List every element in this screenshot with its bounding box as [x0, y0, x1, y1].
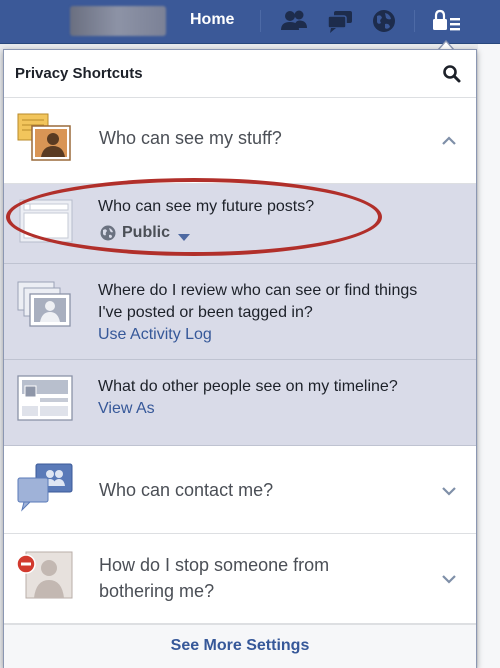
chevron-down-icon[interactable]	[440, 572, 458, 586]
section-label: How do I stop someone from bothering me?	[99, 555, 330, 601]
privacy-shortcuts-dropdown: Privacy Shortcuts Who can see my stuff?	[3, 49, 477, 668]
subitem-question: What do other people see on my timeline?…	[98, 376, 458, 420]
section-label: Who can contact me?	[99, 480, 274, 500]
notifications-globe-icon[interactable]	[370, 8, 398, 34]
chevron-up-icon[interactable]	[440, 134, 458, 148]
globe-icon	[100, 225, 116, 241]
activity-log-icon	[16, 280, 76, 332]
panel-header: Privacy Shortcuts	[4, 50, 476, 98]
page-background-right	[478, 44, 500, 668]
subitem-view-as: What do other people see on my timeline?…	[4, 360, 476, 446]
chevron-down-icon[interactable]	[440, 484, 458, 498]
divider	[260, 10, 261, 32]
section-label: Who can see my stuff?	[99, 128, 282, 148]
subitem-question: Who can see my future posts?	[98, 198, 315, 215]
use-activity-log-link[interactable]: Use Activity Log	[98, 326, 212, 343]
subitem-question: Where do I review who can see or find th…	[98, 280, 418, 346]
dropdown-arrow-icon	[178, 229, 191, 241]
see-more-settings-link[interactable]: See More Settings	[4, 637, 476, 655]
audience-value: Public	[122, 224, 171, 241]
subitem-activity-log: Where do I review who can see or find th…	[4, 264, 476, 360]
top-navigation-bar: Home	[0, 0, 500, 44]
contact-chat-icon	[16, 462, 76, 514]
panel-footer: See More Settings	[4, 624, 476, 668]
panel-title: Privacy Shortcuts	[15, 65, 143, 82]
privacy-shortcuts-lock-icon[interactable]	[428, 6, 470, 38]
search-icon[interactable]	[442, 64, 462, 84]
audience-selector[interactable]: Public	[100, 224, 191, 242]
subitem-future-posts[interactable]: Who can see my future posts? Public	[4, 184, 476, 264]
divider	[414, 10, 415, 32]
section-who-can-see-my-stuff[interactable]: Who can see my stuff?	[4, 98, 476, 184]
messages-icon[interactable]	[326, 8, 354, 34]
view-as-link[interactable]: View As	[98, 400, 155, 417]
profile-link-blurred[interactable]	[70, 6, 166, 36]
section-stop-someone-bothering[interactable]: How do I stop someone from bothering me?	[4, 534, 476, 624]
block-user-icon	[16, 550, 76, 602]
photo-notes-icon	[16, 112, 76, 164]
home-link[interactable]: Home	[190, 11, 234, 29]
section-who-can-contact-me[interactable]: Who can contact me?	[4, 446, 476, 534]
post-composer-icon	[16, 196, 76, 248]
friend-requests-icon[interactable]	[280, 8, 308, 34]
timeline-preview-icon	[16, 374, 76, 426]
subitem-question-text: Where do I review who can see or find th…	[98, 282, 418, 321]
subitem-question-text: What do other people see on my timeline?	[98, 378, 398, 395]
